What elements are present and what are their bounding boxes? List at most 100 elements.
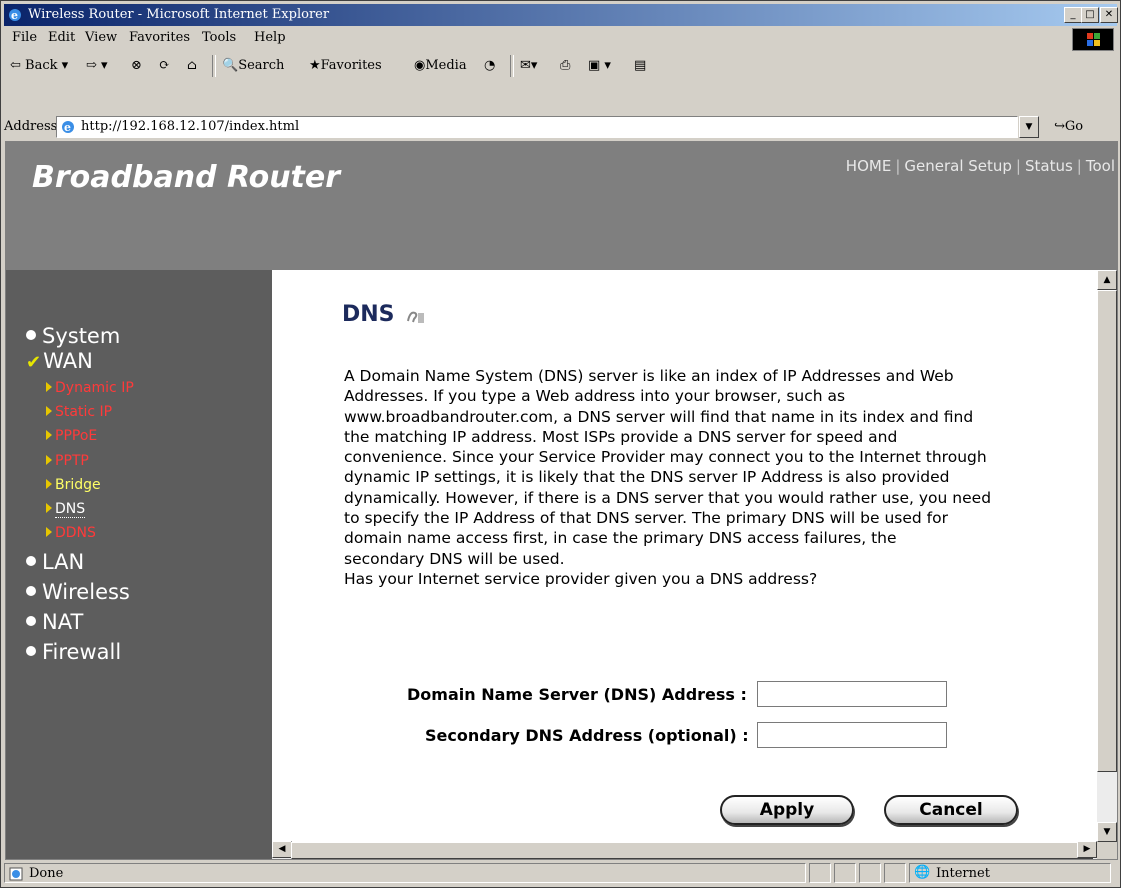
search-button[interactable]: 🔍Search (222, 58, 284, 73)
status-panel (809, 863, 831, 883)
scroll-left-icon[interactable]: ◀ (272, 841, 292, 858)
arrow-icon (46, 382, 52, 392)
sidebar-item-static-ip[interactable]: Static IP (46, 404, 112, 420)
horizontal-scroll-thumb[interactable] (291, 842, 1093, 859)
sidebar-item-bridge[interactable]: Bridge (46, 477, 101, 493)
title-bar: e Wireless Router - Microsoft Internet E… (4, 4, 1118, 26)
svg-text:e: e (64, 121, 71, 134)
mail-icon[interactable]: ✉▾ (520, 58, 537, 73)
media-label: Media (425, 58, 467, 73)
sidebar-item-nat[interactable]: NAT (26, 610, 83, 634)
nav-general-setup[interactable]: General Setup (904, 157, 1012, 175)
arrow-icon (46, 430, 52, 440)
sidebar-item-label: Bridge (55, 477, 101, 493)
ie-logo-icon: e (9, 9, 21, 22)
close-button[interactable]: ✕ (1100, 7, 1118, 23)
sidebar-item-lan[interactable]: LAN (26, 550, 84, 574)
vertical-scroll-thumb[interactable] (1097, 290, 1117, 772)
apply-button[interactable]: Apply (720, 795, 854, 825)
bullet-icon (26, 586, 36, 596)
page-icon: e (62, 121, 74, 134)
dns-address-input[interactable] (757, 681, 947, 707)
page-title: DNS (342, 302, 395, 327)
toolbar: ⇦ Back ▾ ⇨ ▾ ⊗ ⟳ ⌂ 🔍Search ★Favorites ◉M… (4, 51, 1117, 81)
menu-tools[interactable]: Tools (202, 30, 236, 45)
sidebar-item-wireless[interactable]: Wireless (26, 580, 130, 604)
sidebar-item-system[interactable]: System (26, 324, 120, 348)
go-arrow-icon: ↪ (1054, 119, 1065, 134)
secondary-dns-input[interactable] (757, 722, 947, 748)
sidebar-item-label: Static IP (55, 404, 113, 420)
history-icon[interactable]: ◔ (484, 58, 495, 73)
address-dropdown[interactable]: ▼ (1019, 116, 1039, 138)
search-label: Search (238, 58, 285, 73)
nav-home[interactable]: HOME (846, 157, 892, 175)
stop-icon[interactable]: ⊗ (131, 58, 142, 73)
menu-view[interactable]: View (85, 30, 117, 45)
sidebar: System ✔WAN Dynamic IP Static IP PPPoE P… (6, 270, 272, 859)
sidebar-item-label: Wireless (42, 580, 130, 604)
sidebar-item-dns[interactable]: DNS (46, 501, 86, 518)
sidebar-item-label: NAT (42, 610, 84, 634)
edit-icon[interactable]: ▣ ▾ (588, 58, 611, 73)
favorites-label: Favorites (320, 58, 382, 73)
top-nav: HOME | General Setup | Status | Tool (845, 157, 1115, 175)
scroll-down-icon[interactable]: ▼ (1097, 822, 1117, 842)
sidebar-item-label: WAN (43, 349, 93, 373)
nav-status[interactable]: Status (1025, 157, 1073, 175)
menu-favorites[interactable]: Favorites (129, 30, 190, 45)
menu-edit[interactable]: Edit (48, 30, 75, 45)
arrow-icon (46, 479, 52, 489)
discuss-icon[interactable]: ▤ (634, 58, 646, 73)
sidebar-item-dynamic-ip[interactable]: Dynamic IP (46, 380, 134, 396)
sidebar-item-label: PPTP (55, 453, 89, 469)
sidebar-item-wan[interactable]: ✔WAN (26, 349, 93, 373)
bullet-icon (26, 556, 36, 566)
favorites-icon: ★ (309, 58, 321, 73)
status-panel (834, 863, 856, 883)
router-header: Broadband Router HOME | General Setup | Stat… (6, 142, 1117, 270)
zone-text: Internet (936, 866, 990, 881)
cancel-button[interactable]: Cancel (884, 795, 1018, 825)
maximize-button[interactable]: □ (1081, 7, 1099, 23)
sidebar-item-pptp[interactable]: PPTP (46, 453, 89, 469)
windows-logo-icon (1072, 28, 1114, 51)
sidebar-item-firewall[interactable]: Firewall (26, 640, 121, 664)
go-button[interactable]: ↪Go (1054, 119, 1083, 134)
toolbar-separator (510, 55, 514, 77)
sidebar-item-label: DDNS (55, 525, 96, 541)
dns-address-label: Domain Name Server (DNS) Address : (407, 685, 747, 704)
svg-text:e: e (11, 9, 18, 22)
checkmark-icon: ✔ (26, 352, 42, 373)
media-button[interactable]: ◉Media (414, 58, 467, 73)
browser-window: e Wireless Router - Microsoft Internet E… (0, 0, 1121, 888)
status-panel (859, 863, 881, 883)
secondary-dns-label: Secondary DNS Address (optional) : (425, 726, 749, 745)
vertical-scrollbar[interactable]: ▲ ▼ (1097, 270, 1117, 842)
sidebar-item-label: PPPoE (55, 428, 98, 444)
scroll-right-icon[interactable]: ▶ (1077, 841, 1097, 858)
sidebar-item-pppoe[interactable]: PPPoE (46, 428, 97, 444)
nav-tool[interactable]: Tool (1086, 157, 1115, 175)
back-button[interactable]: ⇦ Back ▾ (10, 58, 68, 73)
status-bar: Done 🌐 Internet (4, 861, 1117, 885)
arrow-icon (46, 455, 52, 465)
sidebar-item-ddns[interactable]: DDNS (46, 525, 96, 541)
sidebar-item-label: LAN (42, 550, 85, 574)
scroll-up-icon[interactable]: ▲ (1097, 270, 1117, 290)
home-icon[interactable]: ⌂ (187, 58, 197, 73)
address-input[interactable]: e http://192.168.12.107/index.html (56, 116, 1018, 138)
horizontal-scrollbar[interactable]: ◀ ▶ (272, 841, 1097, 859)
help-icon[interactable] (404, 307, 426, 325)
forward-button[interactable]: ⇨ ▾ (86, 58, 108, 73)
arrow-icon (46, 527, 52, 537)
menu-file[interactable]: File (12, 30, 37, 45)
go-label: Go (1064, 119, 1084, 134)
print-icon[interactable]: ⎙ (560, 58, 570, 73)
minimize-button[interactable]: _ (1064, 7, 1082, 23)
refresh-icon[interactable]: ⟳ (159, 58, 170, 73)
bullet-icon (26, 646, 36, 656)
menu-help[interactable]: Help (254, 30, 286, 45)
favorites-button[interactable]: ★Favorites (309, 58, 382, 73)
main-content: DNS A Domain Name System (DNS) server is… (272, 270, 1097, 842)
